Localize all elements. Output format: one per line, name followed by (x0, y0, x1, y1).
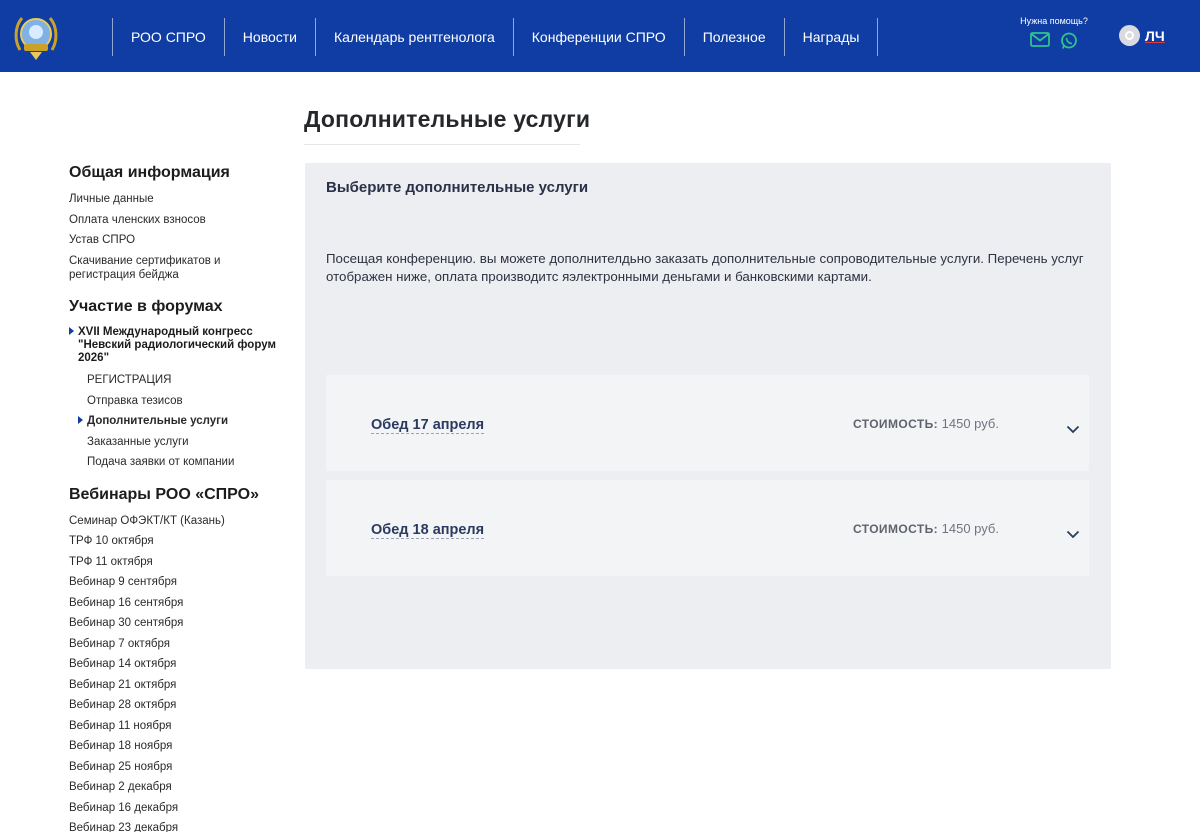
site-header: РОО СПРО Новости Календарь рентгенолога … (0, 0, 1200, 72)
chevron-down-icon[interactable] (1066, 526, 1080, 544)
sidebar-item-label: XVII Международный конгресс "Невский рад… (78, 326, 276, 364)
association-emblem-icon[interactable] (12, 10, 60, 62)
sidebar-item-abstracts[interactable]: Отправка тезисов (69, 394, 289, 408)
nav-item-conferences[interactable]: Конференции СПРО (512, 18, 684, 56)
help-label: Нужна помощь? (1020, 16, 1088, 26)
panel-description: Посещая конференцию. вы можете дополните… (326, 251, 1084, 284)
price-value: 1450 руб. (941, 416, 999, 431)
account-button[interactable]: ЛЧ (1119, 25, 1165, 46)
triangle-right-icon (78, 416, 83, 424)
nav-item-news[interactable]: Новости (223, 18, 315, 56)
service-name[interactable]: Обед 17 апреля (371, 417, 485, 434)
title-divider (304, 144, 580, 145)
sidebar-item-membership-fees[interactable]: Оплата членских взносов (69, 213, 289, 227)
whatsapp-icon[interactable] (1060, 32, 1078, 50)
service-card[interactable]: Обед 18 апреля СТОИМОСТЬ: 1450 руб. (326, 480, 1089, 576)
price-value: 1450 руб. (941, 521, 999, 536)
sidebar-item-webinar[interactable]: Вебинар 7 октября (69, 637, 289, 651)
service-card[interactable]: Обед 17 апреля СТОИМОСТЬ: 1450 руб. (326, 375, 1089, 471)
sidebar-item-webinar[interactable]: ТРФ 11 октября (69, 555, 289, 569)
service-price: СТОИМОСТЬ: 1450 руб. (853, 416, 999, 431)
sidebar-item-congress[interactable]: XVII Международный конгресс "Невский рад… (69, 326, 289, 365)
help-block: Нужна помощь? (1012, 16, 1096, 50)
price-label: СТОИМОСТЬ: (853, 522, 939, 536)
services-panel: Выберите дополнительные услуги Посещая к… (305, 163, 1111, 669)
sidebar-item-webinar[interactable]: Вебинар 25 ноября (69, 760, 289, 774)
sidebar-item-webinar[interactable]: ТРФ 10 октября (69, 534, 289, 548)
sidebar-item-webinar[interactable]: Вебинар 28 октября (69, 698, 289, 712)
sidebar-item-webinar[interactable]: Вебинар 21 октября (69, 678, 289, 692)
nav-item-useful[interactable]: Полезное (683, 18, 784, 56)
sidebar-item-charter[interactable]: Устав СПРО (69, 233, 289, 247)
sidebar-item-company-application[interactable]: Подача заявки от компании (69, 455, 289, 469)
sidebar-item-webinar[interactable]: Вебинар 23 декабря (69, 821, 289, 832)
sidebar-item-webinar[interactable]: Вебинар 11 ноября (69, 719, 289, 733)
sidebar-item-registration[interactable]: РЕГИСТРАЦИЯ (69, 373, 289, 387)
sidebar-item-webinar[interactable]: Вебинар 2 декабря (69, 780, 289, 794)
sidebar: Общая информация Личные данные Оплата чл… (69, 164, 289, 832)
sidebar-item-webinar[interactable]: Вебинар 9 сентября (69, 575, 289, 589)
page-title: Дополнительные услуги (304, 106, 591, 132)
sidebar-item-webinar[interactable]: Семинар ОФЭКТ/КТ (Казань) (69, 514, 289, 528)
service-name[interactable]: Обед 18 апреля (371, 522, 485, 539)
sidebar-item-webinar[interactable]: Вебинар 18 ноября (69, 739, 289, 753)
sidebar-heading-webinars: Вебинары РОО «СПРО» (69, 485, 259, 503)
sidebar-item-webinar[interactable]: Вебинар 16 сентября (69, 596, 289, 610)
price-label: СТОИМОСТЬ: (853, 417, 939, 431)
sidebar-item-ordered-services[interactable]: Заказанные услуги (69, 435, 289, 449)
sidebar-item-additional-services[interactable]: Дополнительные услуги (69, 414, 289, 428)
nav-item-radiologist-calendar[interactable]: Календарь рентгенолога (315, 18, 513, 56)
triangle-right-icon (69, 327, 74, 335)
service-price: СТОИМОСТЬ: 1450 руб. (853, 521, 999, 536)
sidebar-heading-forums: Участие в форумах (69, 298, 223, 315)
sidebar-item-label: Дополнительные услуги (87, 415, 229, 427)
sidebar-item-webinar[interactable]: Вебинар 16 декабря (69, 801, 289, 815)
sidebar-item-webinar[interactable]: Вебинар 30 сентября (69, 616, 289, 630)
sidebar-item-certificates[interactable]: Скачивание сертификатов и регистрация бе… (69, 254, 289, 282)
sidebar-heading-general: Общая информация (69, 164, 230, 181)
avatar (1119, 25, 1140, 46)
main-nav: РОО СПРО Новости Календарь рентгенолога … (112, 18, 879, 56)
panel-title: Выберите дополнительные услуги (326, 179, 589, 196)
chevron-down-icon[interactable] (1066, 421, 1080, 439)
sidebar-item-personal-data[interactable]: Личные данные (69, 192, 289, 206)
mail-icon[interactable] (1030, 32, 1050, 50)
nav-item-awards[interactable]: Награды (783, 18, 879, 56)
nav-item-roo-spro[interactable]: РОО СПРО (112, 18, 224, 56)
sidebar-item-webinar[interactable]: Вебинар 14 октября (69, 657, 289, 671)
account-label: ЛЧ (1145, 27, 1165, 44)
